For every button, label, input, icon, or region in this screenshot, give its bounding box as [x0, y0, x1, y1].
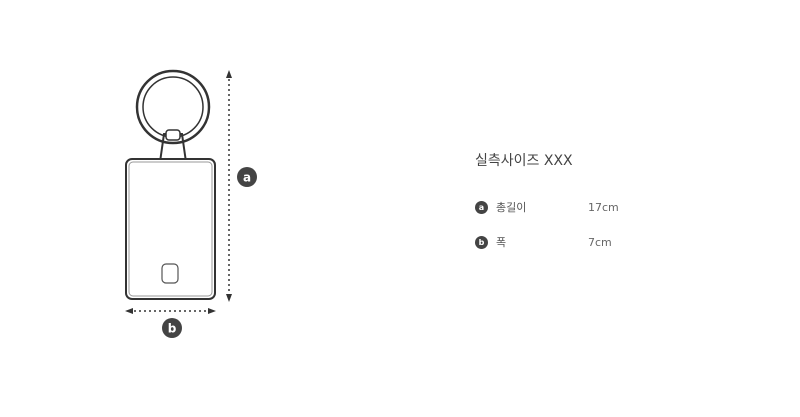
- arrow-right-icon: [208, 308, 216, 314]
- arrow-up-icon: [226, 70, 232, 78]
- width-marker-label: b: [168, 322, 177, 336]
- row-badge: b: [475, 235, 488, 249]
- arrow-left-icon: [125, 308, 133, 314]
- height-marker-badge: a: [237, 167, 257, 187]
- keychain-diagram: a b: [125, 69, 257, 338]
- card-body: [125, 158, 216, 300]
- row-label: 총길이: [496, 201, 527, 214]
- size-info-title: 실측사이즈 XXX: [475, 153, 573, 169]
- size-row-length: a 총길이 17cm: [475, 199, 619, 215]
- arrow-down-icon: [226, 294, 232, 302]
- width-marker-badge: b: [162, 318, 182, 338]
- key-ring-inner: [142, 76, 204, 138]
- connector-clip: [165, 129, 181, 141]
- height-marker-label: a: [243, 171, 251, 185]
- row-badge: a: [475, 200, 488, 214]
- size-row-width: b 폭 7cm: [475, 234, 612, 250]
- row-value: 17cm: [588, 200, 619, 214]
- row-value: 7cm: [588, 235, 612, 249]
- row-label: 폭: [496, 236, 507, 249]
